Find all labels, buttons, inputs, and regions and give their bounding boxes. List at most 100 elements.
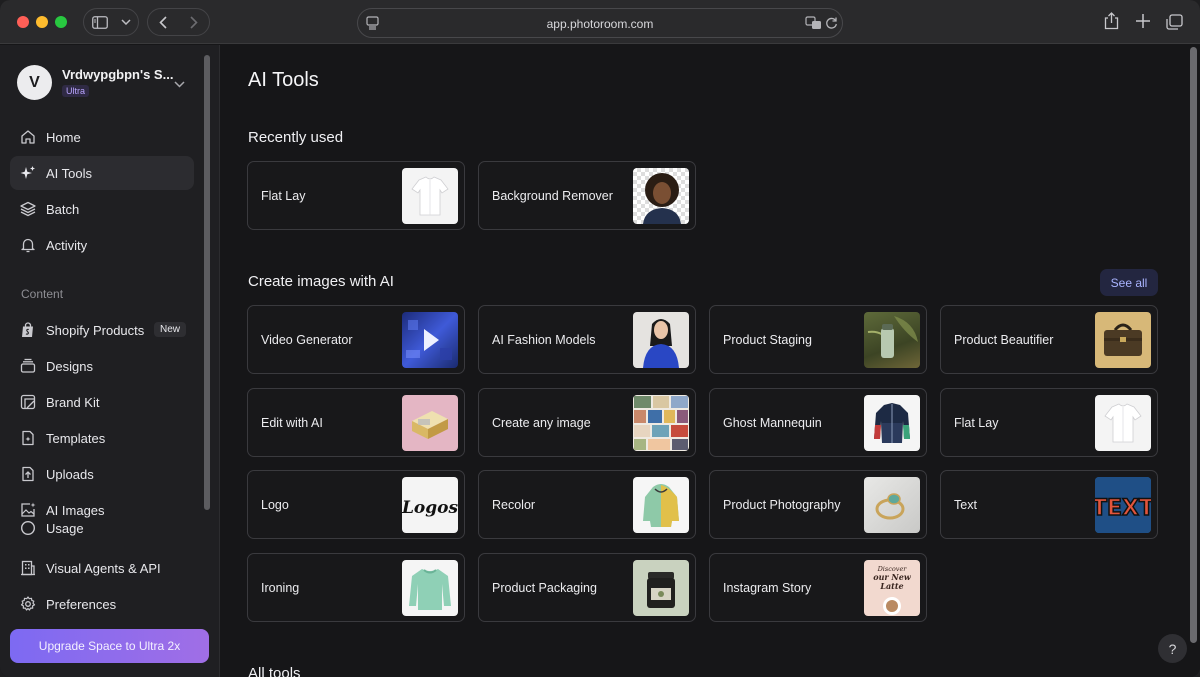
sidebar-item-preferences[interactable]: Preferences xyxy=(10,587,194,621)
sparkles-icon xyxy=(20,166,35,179)
sidebar-item-label: Brand Kit xyxy=(46,395,100,410)
sidebar-item-label: Activity xyxy=(46,238,88,253)
sidebar-item-label: Designs xyxy=(46,359,93,374)
sidebar-item-label: AI Tools xyxy=(46,166,93,181)
sidebar-item-label: Templates xyxy=(46,431,106,446)
chevron-down-icon xyxy=(121,19,131,25)
sidebar-item-brand-kit[interactable]: Brand Kit xyxy=(10,385,194,419)
main-scrollbar-thumb[interactable] xyxy=(1190,47,1197,643)
sidebar-item-activity[interactable]: Activity xyxy=(10,228,194,262)
chevron-down-icon[interactable] xyxy=(174,75,185,93)
tool-card-ai-fashion-models[interactable]: AI Fashion Models xyxy=(478,305,696,374)
jacket-thumbnail xyxy=(864,395,920,451)
tool-card-label: Product Staging xyxy=(723,333,812,347)
translate-icon[interactable] xyxy=(805,16,822,35)
bell-icon xyxy=(21,238,35,253)
plan-badge: Ultra xyxy=(62,85,90,97)
sidebar-item-uploads[interactable]: Uploads xyxy=(10,457,194,491)
tool-card-product-staging[interactable]: Product Staging xyxy=(709,305,927,374)
reload-icon[interactable] xyxy=(825,16,838,35)
main-scrollbar[interactable] xyxy=(1190,47,1197,677)
sidebar-item-usage[interactable]: Usage xyxy=(10,515,194,541)
url-text: app.photoroom.com xyxy=(546,17,654,31)
tool-card-label: Instagram Story xyxy=(723,581,812,595)
tool-card-label: Product Photography xyxy=(723,498,841,512)
fashion-model-thumbnail xyxy=(633,312,689,368)
tool-card-flat-lay-recent[interactable]: Flat Lay xyxy=(247,161,465,230)
tool-card-label: Recolor xyxy=(492,498,536,512)
tool-card-ghost-mannequin[interactable]: Ghost Mannequin xyxy=(709,388,927,457)
sidebar-icon xyxy=(92,15,108,29)
home-icon xyxy=(21,130,35,144)
sidebar-item-visual-agents-api[interactable]: Visual Agents & API xyxy=(10,551,194,585)
create-images-heading: Create images with AI xyxy=(248,273,394,290)
tool-card-create-any-image[interactable]: Create any image xyxy=(478,388,696,457)
sidebar-item-label: Usage xyxy=(46,521,84,536)
tool-card-background-remover[interactable]: Background Remover xyxy=(478,161,696,230)
sidebar-toggle-button[interactable] xyxy=(84,9,116,35)
address-bar[interactable]: app.photoroom.com xyxy=(357,8,843,38)
all-tools-heading: All tools xyxy=(248,665,301,677)
tab-overview-icon[interactable] xyxy=(1166,14,1183,35)
sidebar-item-batch[interactable]: Batch xyxy=(10,192,194,226)
help-button[interactable]: ? xyxy=(1158,634,1187,663)
sidebar-item-designs[interactable]: Designs xyxy=(10,349,194,383)
main-content: AI Tools Recently used Flat Lay Backgrou… xyxy=(221,45,1200,677)
graffiti-thumb-text: TEXT xyxy=(1095,496,1151,521)
sweater-thumbnail xyxy=(402,560,458,616)
sidebar-scrollbar[interactable] xyxy=(204,55,210,510)
forward-button[interactable] xyxy=(179,9,210,35)
ring-thumbnail xyxy=(864,477,920,533)
tool-card-recolor[interactable]: Recolor xyxy=(478,470,696,539)
back-button[interactable] xyxy=(148,9,179,35)
sidebar-item-label: Home xyxy=(46,130,81,145)
tool-card-logo[interactable]: Logo Logos xyxy=(247,470,465,539)
tool-card-flat-lay[interactable]: Flat Lay xyxy=(940,388,1158,457)
hoodie-thumbnail xyxy=(633,477,689,533)
brand-kit-icon xyxy=(20,394,36,410)
tool-card-label: Product Packaging xyxy=(492,581,597,595)
tool-card-label: Ironing xyxy=(261,581,300,595)
page-title: AI Tools xyxy=(248,69,319,91)
sidebar-item-templates[interactable]: Templates xyxy=(10,421,194,455)
tool-card-label: Background Remover xyxy=(492,189,613,203)
upgrade-space-button[interactable]: Upgrade Space to Ultra 2x xyxy=(10,629,209,663)
tool-card-product-photography[interactable]: Product Photography xyxy=(709,470,927,539)
template-icon xyxy=(22,430,34,446)
workspace-avatar[interactable]: V xyxy=(17,65,52,100)
tool-card-label: Flat Lay xyxy=(261,189,306,203)
tool-card-product-beautifier[interactable]: Product Beautifier xyxy=(940,305,1158,374)
sidebar-item-label: Visual Agents & API xyxy=(46,561,161,576)
white-shirt-thumbnail xyxy=(402,168,458,224)
sidebar-item-label: Shopify Products xyxy=(46,323,145,338)
tool-card-label: Text xyxy=(954,498,977,512)
tool-card-ironing[interactable]: Ironing xyxy=(247,553,465,622)
sidebar-item-shopify-products[interactable]: Shopify Products New xyxy=(10,313,194,347)
zoom-window-button[interactable] xyxy=(55,16,67,28)
portrait-cutout-thumbnail xyxy=(633,168,689,224)
see-all-button[interactable]: See all xyxy=(1100,269,1158,296)
logo-text-thumbnail: Logos xyxy=(402,477,458,533)
tool-card-edit-with-ai[interactable]: Edit with AI xyxy=(247,388,465,457)
tool-card-label: AI Fashion Models xyxy=(492,333,596,347)
tool-card-instagram-story[interactable]: Instagram Story Discover our New Latte xyxy=(709,553,927,622)
share-icon[interactable] xyxy=(1104,12,1119,35)
workspace-name[interactable]: Vrdwypgbpn's S... xyxy=(62,67,173,82)
recently-used-heading: Recently used xyxy=(248,129,344,146)
tool-card-label: Flat Lay xyxy=(954,416,999,430)
tool-card-text[interactable]: Text TEXT xyxy=(940,470,1158,539)
tab-group-menu-button[interactable] xyxy=(116,9,136,35)
close-window-button[interactable] xyxy=(17,16,29,28)
gold-box-thumbnail xyxy=(402,395,458,451)
tool-card-video-generator[interactable]: Video Generator xyxy=(247,305,465,374)
image-grid-thumbnail xyxy=(633,395,689,451)
tool-card-product-packaging[interactable]: Product Packaging xyxy=(478,553,696,622)
sidebar-item-ai-tools[interactable]: AI Tools xyxy=(10,156,194,190)
tool-card-label: Logo xyxy=(261,498,289,512)
sidebar-item-label: Batch xyxy=(46,202,80,217)
minimize-window-button[interactable] xyxy=(36,16,48,28)
sidebar-item-home[interactable]: Home xyxy=(10,120,194,154)
new-tab-icon[interactable] xyxy=(1136,14,1150,33)
stack-icon xyxy=(20,358,36,373)
chevron-right-icon xyxy=(190,15,198,29)
